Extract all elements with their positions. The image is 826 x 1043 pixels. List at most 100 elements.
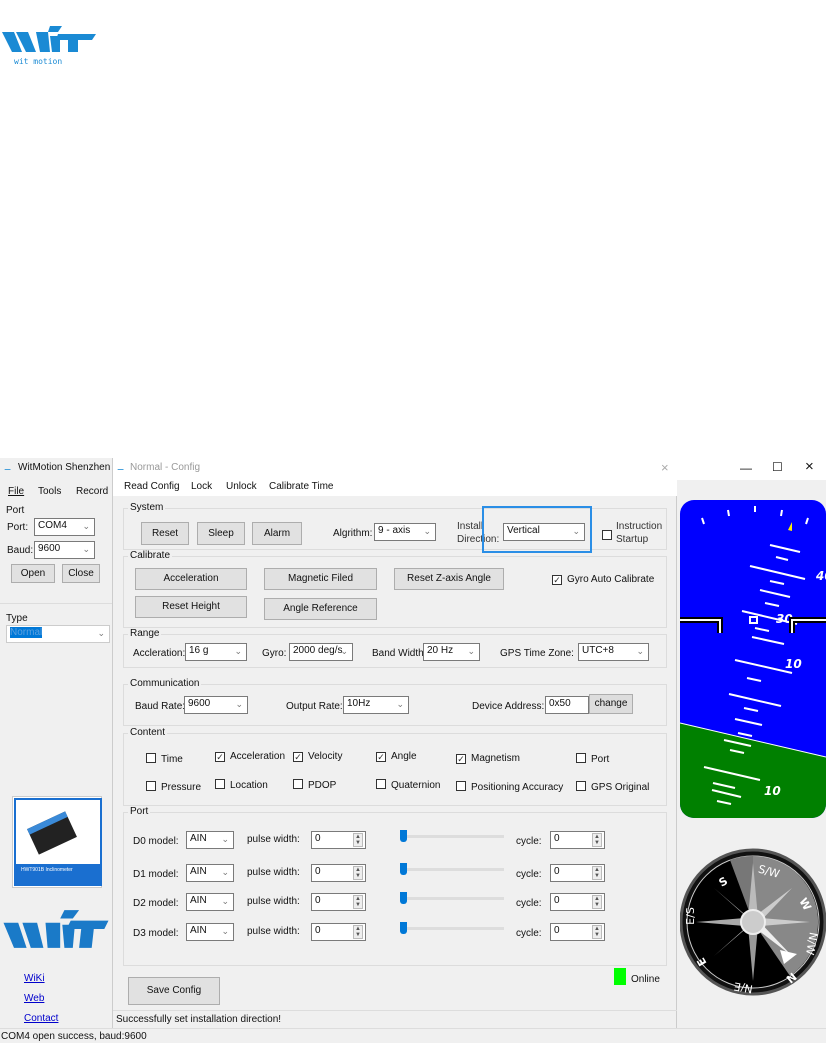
pulse-slider[interactable] xyxy=(400,892,504,904)
acceleration-range-select[interactable]: 16 g ⌄ xyxy=(185,643,247,661)
port-mode-value: AIN xyxy=(190,866,207,877)
checkbox-label: Positioning Accuracy xyxy=(471,782,564,793)
menu-file[interactable]: File xyxy=(8,486,24,497)
reset-height-button[interactable]: Reset Height xyxy=(135,596,247,618)
content-checkbox-gps-original[interactable]: GPS Original xyxy=(576,781,649,793)
cycle-value: 0 xyxy=(554,895,560,906)
pulse-width-input[interactable]: 0 ▲ ▼ xyxy=(311,893,366,911)
web-link[interactable]: Web xyxy=(24,993,44,1004)
algorithm-select[interactable]: 9 - axis ⌄ xyxy=(374,523,436,541)
chevron-down-icon: ⌄ xyxy=(396,699,404,709)
gps-timezone-select[interactable]: UTC+8 ⌄ xyxy=(578,643,649,661)
dialog-menu: Read Config Lock Unlock Calibrate Time xyxy=(113,478,678,496)
port-mode-select[interactable]: AIN ⌄ xyxy=(186,831,234,849)
close-button[interactable]: Close xyxy=(62,564,100,583)
output-rate-value: 10Hz xyxy=(347,698,371,709)
menu-tools[interactable]: Tools xyxy=(38,486,61,497)
wiki-link[interactable]: WiKi xyxy=(24,973,45,984)
device-address-input[interactable]: 0x50 xyxy=(545,696,589,714)
instruction-label: Instruction xyxy=(616,521,663,532)
gyro-range-select[interactable]: 2000 deg/s ⌄ xyxy=(289,643,353,661)
baud-rate-select[interactable]: 9600 ⌄ xyxy=(184,696,248,714)
output-rate-select[interactable]: 10Hz ⌄ xyxy=(343,696,409,714)
port-mode-select[interactable]: AIN ⌄ xyxy=(186,893,234,911)
content-checkbox-pdop[interactable]: PDOP xyxy=(293,779,336,791)
chevron-down-icon: ⌄ xyxy=(82,544,90,554)
maximize-icon[interactable]: ☐ xyxy=(772,460,783,474)
content-checkbox-location[interactable]: Location xyxy=(215,779,268,791)
pulse-width-input[interactable]: 0 ▲ ▼ xyxy=(311,923,366,941)
spinner-arrows-icon[interactable]: ▲ ▼ xyxy=(592,895,602,909)
menu-lock[interactable]: Lock xyxy=(191,481,212,492)
content-checkbox-velocity[interactable]: ✓ Velocity xyxy=(293,751,342,762)
change-address-button[interactable]: change xyxy=(589,694,633,714)
dialog-close-icon[interactable]: × xyxy=(661,460,669,475)
port-mode-select[interactable]: AIN ⌄ xyxy=(186,864,234,882)
cycle-input[interactable]: 0 ▲ ▼ xyxy=(550,923,605,941)
spinner-arrows-icon[interactable]: ▲ ▼ xyxy=(592,925,602,939)
port-select[interactable]: COM4 ⌄ xyxy=(34,518,95,536)
cycle-input[interactable]: 0 ▲ ▼ xyxy=(550,864,605,882)
open-button[interactable]: Open xyxy=(11,564,55,583)
type-select[interactable]: Normal ⌄ xyxy=(6,625,110,643)
pulse-width-input[interactable]: 0 ▲ ▼ xyxy=(311,831,366,849)
save-config-button[interactable]: Save Config xyxy=(128,977,220,1005)
content-checkbox-quaternion[interactable]: Quaternion xyxy=(376,779,440,791)
app-icon: ⚊ xyxy=(4,463,12,472)
content-checkbox-acceleration[interactable]: ✓ Acceleration xyxy=(215,751,285,762)
content-checkbox-magnetism[interactable]: ✓ Magnetism xyxy=(456,753,520,764)
angle-reference-button[interactable]: Angle Reference xyxy=(264,598,377,620)
window-close-icon[interactable]: × xyxy=(805,458,814,475)
checkbox-icon xyxy=(576,753,586,763)
content-checkbox-angle[interactable]: ✓ Angle xyxy=(376,751,417,762)
slider-thumb[interactable] xyxy=(400,830,407,842)
port-mode-value: AIN xyxy=(190,895,207,906)
spinner-arrows-icon[interactable]: ▲ ▼ xyxy=(592,833,602,847)
slider-thumb[interactable] xyxy=(400,863,407,875)
baud-select[interactable]: 9600 ⌄ xyxy=(34,541,95,559)
spinner-arrows-icon[interactable]: ▲ ▼ xyxy=(592,866,602,880)
menu-record[interactable]: Record xyxy=(76,486,108,497)
contact-link[interactable]: Contact xyxy=(24,1013,58,1024)
spinner-arrows-icon[interactable]: ▲ ▼ xyxy=(353,895,363,909)
content-group: Content Time ✓ Acceleration ✓ Velocity ✓ Angle… xyxy=(123,727,667,806)
reset-z-axis-button[interactable]: Reset Z-axis Angle xyxy=(394,568,504,590)
group-title: Calibrate xyxy=(128,550,173,561)
pulse-slider[interactable] xyxy=(400,922,504,934)
minimize-icon[interactable]: — xyxy=(740,461,752,475)
instruction-startup-checkbox[interactable] xyxy=(602,530,617,542)
gyro-auto-calibrate-checkbox[interactable]: ✓ Gyro Auto Calibrate xyxy=(552,574,654,585)
pulse-slider[interactable] xyxy=(400,830,504,842)
slider-thumb[interactable] xyxy=(400,892,407,904)
port-mode-select[interactable]: AIN ⌄ xyxy=(186,923,234,941)
calibrate-acceleration-button[interactable]: Acceleration xyxy=(135,568,247,590)
checkbox-label: Velocity xyxy=(308,751,343,762)
install-direction-value: Vertical xyxy=(507,525,540,536)
menu-read-config[interactable]: Read Config xyxy=(124,481,180,492)
slider-thumb[interactable] xyxy=(400,922,407,934)
port-model-label: D0 model: xyxy=(133,836,179,847)
content-checkbox-port[interactable]: Port xyxy=(576,753,609,765)
content-checkbox-time[interactable]: Time xyxy=(146,753,183,765)
magnetic-field-button[interactable]: Magnetic Filed xyxy=(264,568,377,590)
reset-button[interactable]: Reset xyxy=(141,522,189,545)
chevron-down-icon: ⌄ xyxy=(234,646,242,656)
spinner-arrows-icon[interactable]: ▲ ▼ xyxy=(353,866,363,880)
port-model-label: D2 model: xyxy=(133,898,179,909)
bandwidth-select[interactable]: 20 Hz ⌄ xyxy=(423,643,480,661)
spinner-arrows-icon[interactable]: ▲ ▼ xyxy=(353,925,363,939)
alarm-button[interactable]: Alarm xyxy=(252,522,302,545)
cycle-input[interactable]: 0 ▲ ▼ xyxy=(550,893,605,911)
pulse-slider[interactable] xyxy=(400,863,504,875)
content-checkbox-pressure[interactable]: Pressure xyxy=(146,781,201,793)
cycle-input[interactable]: 0 ▲ ▼ xyxy=(550,831,605,849)
checkmark-icon: ✓ xyxy=(376,752,386,762)
install-direction-select[interactable]: Vertical ⌄ xyxy=(503,523,585,541)
sleep-button[interactable]: Sleep xyxy=(197,522,245,545)
pulse-width-input[interactable]: 0 ▲ ▼ xyxy=(311,864,366,882)
cycle-label: cycle: xyxy=(516,836,542,847)
menu-calibrate-time[interactable]: Calibrate Time xyxy=(269,481,333,492)
content-checkbox-positioning-accuracy[interactable]: Positioning Accuracy xyxy=(456,781,563,793)
menu-unlock[interactable]: Unlock xyxy=(226,481,257,492)
spinner-arrows-icon[interactable]: ▲ ▼ xyxy=(353,833,363,847)
